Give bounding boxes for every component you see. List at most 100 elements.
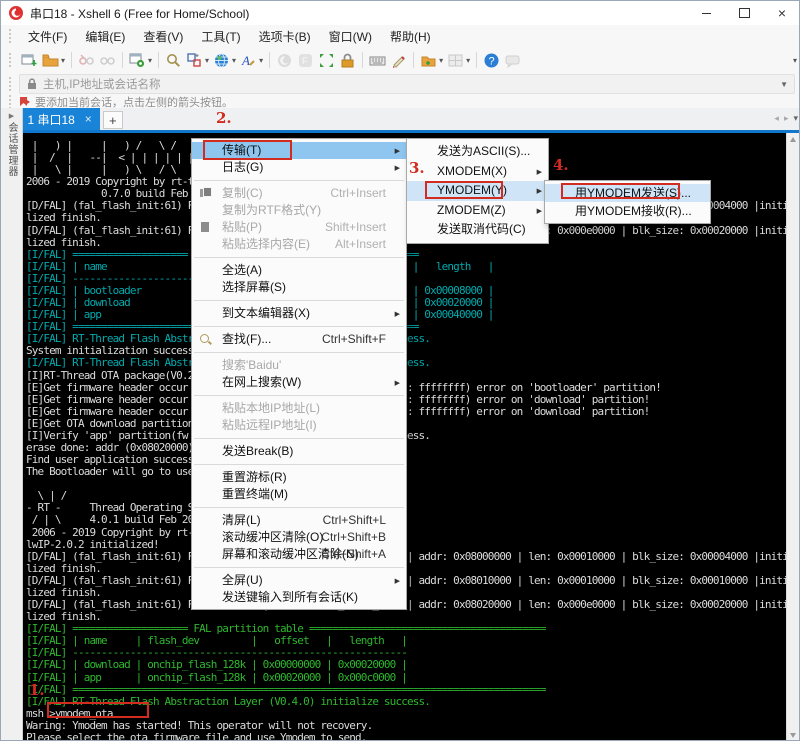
web-browser-button[interactable] (212, 51, 231, 70)
menubar-item-4[interactable]: 选项卡(B) (250, 25, 320, 48)
menu-item-shortcut: Ctrl+Shift+F (322, 331, 386, 348)
toolbar-gripper (9, 77, 14, 91)
new-file-dropdown[interactable]: ▾ (439, 56, 443, 65)
menubar-item-1[interactable]: 编辑(E) (76, 25, 134, 48)
font-button[interactable]: A (239, 51, 258, 70)
context-menu-item-5[interactable]: 粘贴(P)Shift+Insert (192, 219, 406, 236)
host-address-input[interactable]: 主机,IP地址或会话名称 ▼ (19, 74, 795, 94)
transfer-submenu-item-4[interactable]: 发送取消代码(C) (407, 220, 548, 240)
context-menu-item-18[interactable]: 粘贴本地IP地址(L) (192, 400, 406, 417)
context-menu-item-21[interactable]: 发送Break(B) (192, 443, 406, 460)
svg-text:A: A (241, 53, 250, 68)
menu-icon-slot (200, 575, 212, 587)
menubar-item-3[interactable]: 工具(T) (192, 25, 249, 48)
open-folder-button[interactable] (41, 51, 60, 70)
context-menu-item-3[interactable]: 复制(C)Ctrl+Insert (192, 185, 406, 202)
toolbar-separator (71, 52, 72, 68)
virtual-keyboard-button[interactable] (368, 51, 387, 70)
terminal-scrollbar[interactable] (786, 133, 799, 741)
session-properties-dropdown[interactable]: ▾ (148, 56, 152, 65)
fullscreen-button[interactable] (317, 51, 336, 70)
context-menu-item-23[interactable]: 重置游标(R) (192, 469, 406, 486)
connect-button[interactable] (77, 51, 96, 70)
context-menu-item-1[interactable]: 日志(G)▶ (192, 159, 406, 176)
tab-scroll-right-icon[interactable]: ▸ (784, 113, 789, 124)
context-menu-item-6[interactable]: 粘贴选择内容(E)Alt+Insert (192, 236, 406, 253)
compose-button[interactable] (185, 51, 204, 70)
message-button[interactable] (503, 51, 522, 70)
menu-item-label: 清屏(L) (222, 513, 261, 527)
address-dropdown-icon[interactable]: ▼ (780, 80, 794, 89)
font-dropdown[interactable]: ▾ (259, 56, 263, 65)
context-menu-item-9[interactable]: 选择屏幕(S) (192, 279, 406, 296)
xftp-button[interactable]: F (296, 51, 315, 70)
scrollbar-down-icon[interactable] (790, 733, 796, 738)
menu-item-label: 发送Break(B) (222, 444, 293, 458)
address-placeholder: 主机,IP地址或会话名称 (43, 76, 161, 92)
new-file-button[interactable] (419, 51, 438, 70)
minimize-button[interactable] (687, 1, 725, 25)
toolbar-overflow-caret[interactable]: ▾ (793, 56, 797, 65)
transfer-submenu-item-2[interactable]: YMODEM(Y)▶ (407, 181, 548, 201)
open-folder-dropdown[interactable]: ▾ (61, 56, 65, 65)
maximize-button[interactable] (725, 1, 763, 25)
menu-icon-slot (200, 403, 212, 415)
close-button[interactable]: × (763, 1, 800, 25)
highlighter-icon (390, 52, 407, 69)
transfer-submenu-item-0[interactable]: 发送为ASCII(S)... (407, 142, 548, 162)
menubar-item-2[interactable]: 查看(V) (134, 25, 192, 48)
menubar-item-5[interactable]: 窗口(W) (320, 25, 381, 48)
xshell-icon (276, 52, 293, 69)
menu-icon-slot (415, 165, 427, 177)
layout-grid-dropdown[interactable]: ▾ (466, 56, 470, 65)
context-menu-item-30[interactable]: 全屏(U)▶ (192, 572, 406, 589)
context-menu-separator (194, 567, 404, 568)
menubar-item-6[interactable]: 帮助(H) (381, 25, 440, 48)
terminal-line-35: lized finish. (26, 563, 101, 575)
transfer-submenu-item-3[interactable]: ZMODEM(Z)▶ (407, 201, 548, 221)
context-menu-item-19[interactable]: 粘贴远程IP地址(I) (192, 417, 406, 434)
xshell-button[interactable] (275, 51, 294, 70)
help-button[interactable]: ? (482, 51, 501, 70)
new-session-icon (21, 52, 38, 69)
context-menu-item-16[interactable]: 在网上搜索(W)▶ (192, 374, 406, 391)
scrollbar-up-icon[interactable] (790, 137, 796, 142)
ymodem-submenu-item-1[interactable]: 用YMODEM接收(R)... (545, 202, 710, 220)
highlighter-button[interactable] (389, 51, 408, 70)
tab-close-icon[interactable]: × (85, 112, 92, 126)
context-menu-item-11[interactable]: 到文本编辑器(X)▶ (192, 305, 406, 322)
context-menu-item-8[interactable]: 全选(A) (192, 262, 406, 279)
session-manager-strip[interactable]: ▶ 会话管理器 (1, 108, 23, 741)
context-menu-item-15[interactable]: 搜索'Baidu' (192, 357, 406, 374)
context-menu-item-13[interactable]: 查找(F)... Ctrl+Shift+F (192, 331, 406, 348)
pane-dock-icon[interactable]: ▶ (7, 112, 17, 120)
submenu-arrow-icon: ▶ (395, 160, 400, 177)
menu-item-label: 查找(F)... (222, 332, 271, 346)
disconnect-button[interactable] (98, 51, 117, 70)
menu-icon-slot (200, 239, 212, 251)
context-menu-item-28[interactable]: 屏幕和滚动缓冲区清除(N)Ctrl+Shift+A (192, 546, 406, 563)
web-browser-dropdown[interactable]: ▾ (232, 56, 236, 65)
new-tab-button[interactable]: + (103, 111, 123, 129)
layout-grid-button[interactable] (446, 51, 465, 70)
keyboard-icon (369, 52, 386, 69)
lock-screen-button[interactable] (338, 51, 357, 70)
context-menu-item-0[interactable]: 传输(T)▶ (192, 142, 406, 159)
context-menu-item-26[interactable]: 清屏(L)Ctrl+Shift+L (192, 512, 406, 529)
menu-icon-slot (200, 377, 212, 389)
menu-icon-slot (200, 472, 212, 484)
session-properties-button[interactable] (128, 51, 147, 70)
context-menu-item-4[interactable]: 复制为RTF格式(Y) (192, 202, 406, 219)
context-menu-item-27[interactable]: 滚动缓冲区清除(O)Ctrl+Shift+B (192, 529, 406, 546)
tab-scroll-left-icon[interactable]: ◂ (774, 113, 779, 124)
menubar-item-0[interactable]: 文件(F) (19, 25, 76, 48)
transfer-submenu-item-1[interactable]: XMODEM(X)▶ (407, 162, 548, 182)
toolbar-separator (269, 52, 270, 68)
new-session-button[interactable] (20, 51, 39, 70)
context-menu-item-31[interactable]: 发送键输入到所有会话(K) (192, 589, 406, 606)
context-menu-item-24[interactable]: 重置终端(M) (192, 486, 406, 503)
find-button[interactable] (164, 51, 183, 70)
ymodem-submenu-item-0[interactable]: 用YMODEM发送(S)... (545, 184, 710, 202)
tab-list-dropdown-icon[interactable]: ▾ (793, 113, 798, 124)
compose-dropdown[interactable]: ▾ (205, 56, 209, 65)
